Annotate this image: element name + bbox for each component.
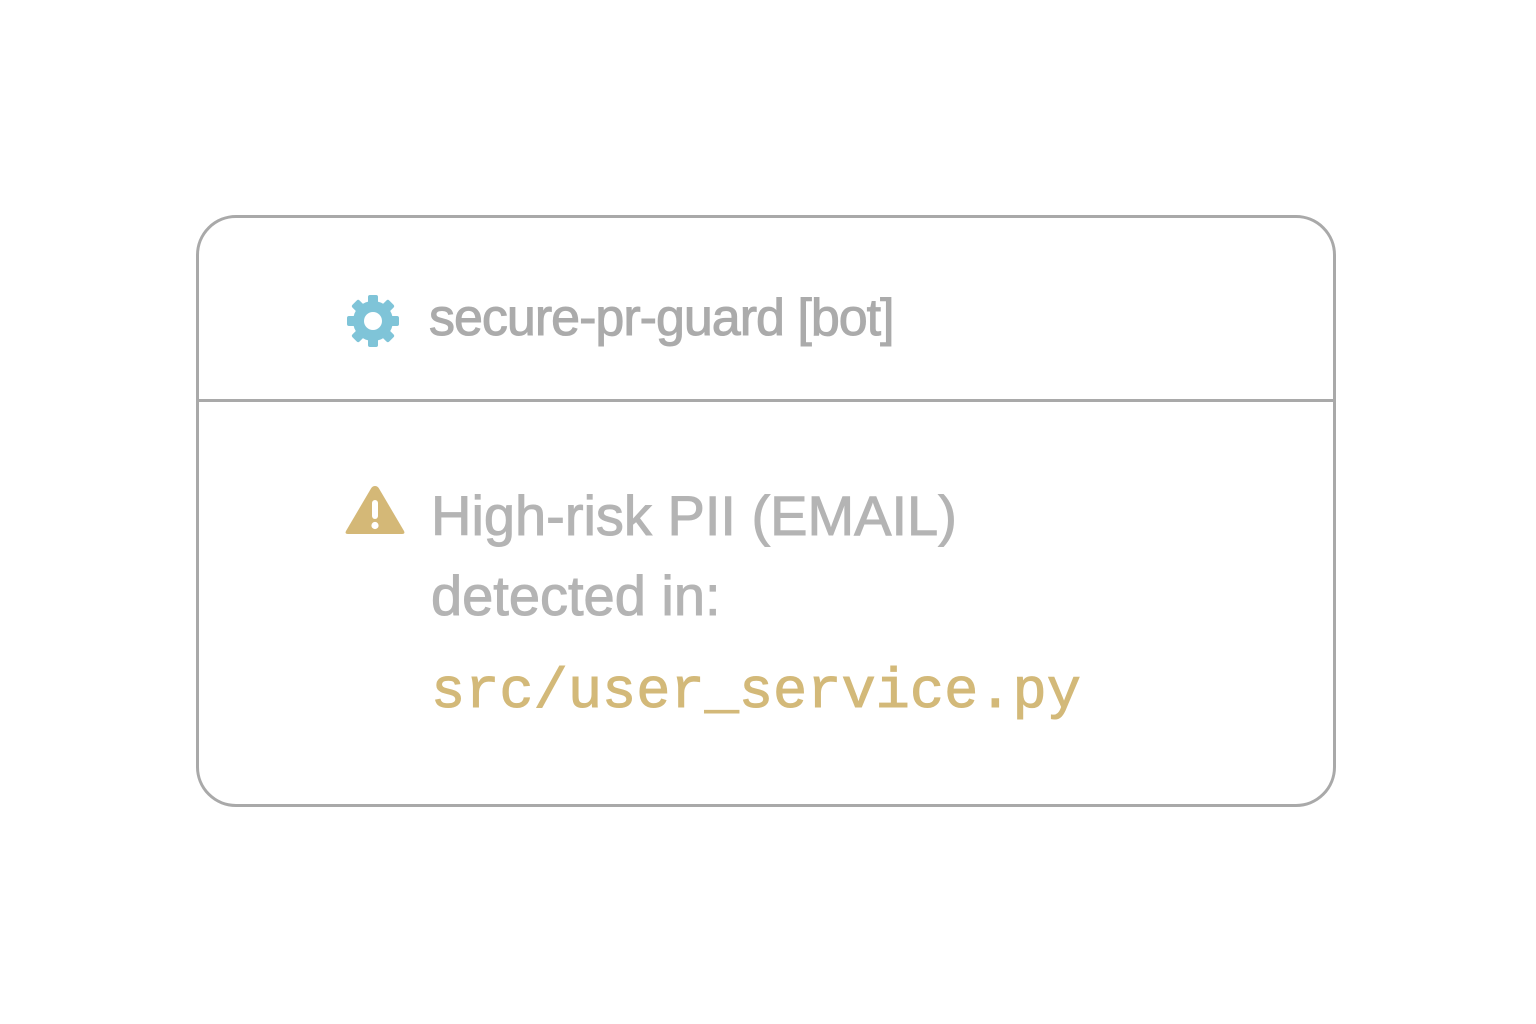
alert-message: High-risk PII (EMAIL) detected in:	[431, 476, 958, 636]
gear-icon	[345, 293, 401, 349]
warning-icon	[343, 483, 407, 537]
alert-line-2: detected in:	[431, 564, 722, 628]
bot-name: secure-pr-guard [bot]	[429, 289, 896, 348]
bot-comment-card: secure-pr-guard [bot] High-risk PII (EMA…	[196, 215, 1336, 807]
alert-line-1: High-risk PII (EMAIL)	[431, 484, 958, 548]
file-path-link[interactable]: src/user_service.py	[431, 658, 1082, 728]
card-header: secure-pr-guard [bot]	[199, 218, 1333, 402]
